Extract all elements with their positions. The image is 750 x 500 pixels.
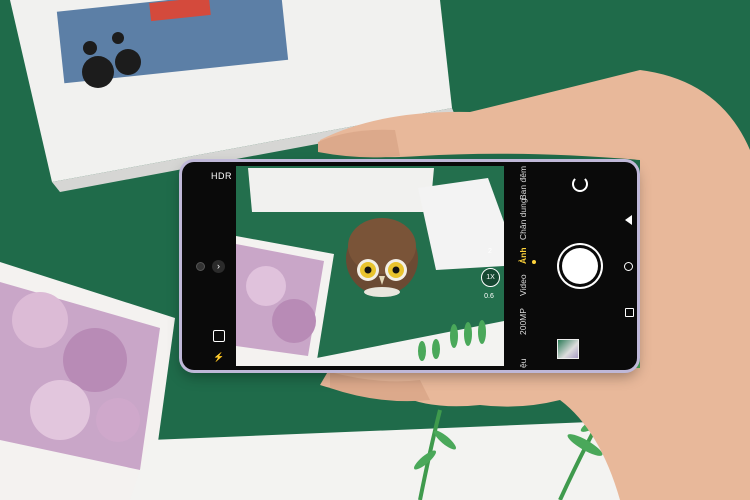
mode-partial-left[interactable]: ệu [518, 160, 528, 368]
recents-nav-icon[interactable] [625, 308, 634, 317]
expand-arrow-icon[interactable]: › [212, 260, 225, 273]
viewfinder-box [248, 168, 434, 212]
hdr-toggle[interactable]: HDR [211, 171, 232, 181]
gallery-thumbnail[interactable] [557, 339, 579, 359]
left-control-bar: HDR › ⚡ [182, 162, 236, 370]
home-nav-icon[interactable] [624, 262, 633, 271]
active-mode-dot [532, 260, 536, 264]
zoom-level-1x[interactable]: 1X [481, 268, 500, 287]
right-control-bar [550, 162, 637, 370]
flip-camera-icon[interactable] [572, 176, 588, 192]
lens-focus-icon[interactable] [213, 330, 225, 342]
camera-mode-selector: 200MP Video Ảnh Chân dung Ban đêm ệu [510, 162, 550, 370]
camera-viewfinder[interactable] [236, 166, 504, 366]
flash-off-icon[interactable]: ⚡ [213, 352, 224, 363]
smartphone: HDR › ⚡ 2 1X 0.6 200MP Video Ảnh Chân du… [182, 162, 637, 370]
zoom-level-2[interactable]: 2 [484, 248, 496, 255]
zoom-level-0-6[interactable]: 0.6 [482, 293, 496, 300]
front-camera-cutout [196, 262, 205, 271]
back-nav-icon[interactable] [625, 215, 632, 225]
